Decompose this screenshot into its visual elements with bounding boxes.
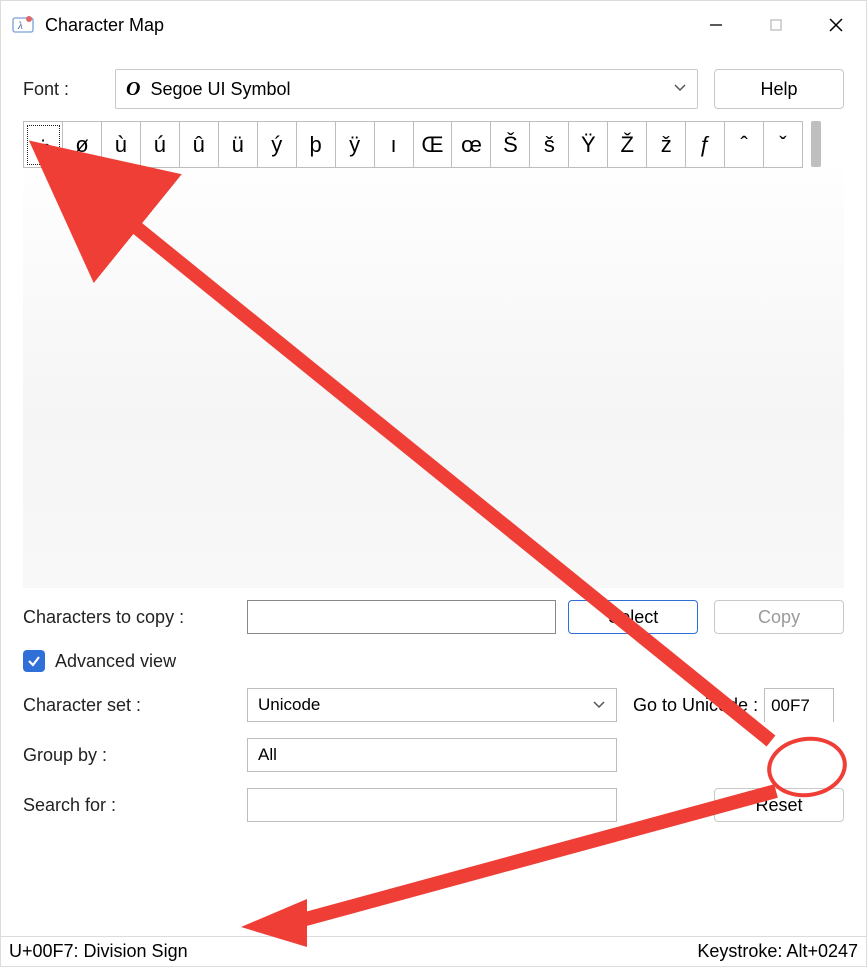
char-cell[interactable]: ÷ xyxy=(24,122,63,168)
chevron-down-icon xyxy=(673,80,687,98)
close-button[interactable] xyxy=(806,1,866,49)
window-title: Character Map xyxy=(45,15,164,36)
help-button-label: Help xyxy=(760,79,797,100)
status-left: U+00F7: Division Sign xyxy=(9,941,188,962)
char-cell[interactable]: Š xyxy=(491,122,530,168)
copy-button-label: Copy xyxy=(758,607,800,628)
char-cell[interactable]: ù xyxy=(102,122,141,168)
group-by-value: All xyxy=(258,745,606,765)
font-type-icon: O xyxy=(126,78,140,101)
char-cell[interactable]: ü xyxy=(219,122,258,168)
reset-button-label: Reset xyxy=(755,795,802,816)
go-to-unicode-label: Go to Unicode : xyxy=(633,695,758,716)
font-label: Font : xyxy=(23,79,115,100)
status-right: Keystroke: Alt+0247 xyxy=(697,941,858,962)
group-by-label: Group by : xyxy=(23,745,247,766)
go-to-unicode-input[interactable] xyxy=(764,688,834,722)
character-set-select[interactable]: Unicode xyxy=(247,688,617,722)
app-icon: λ xyxy=(11,13,35,37)
copy-button[interactable]: Copy xyxy=(714,600,844,634)
character-set-label: Character set : xyxy=(23,695,247,716)
char-cell[interactable]: Ž xyxy=(608,122,647,168)
char-cell[interactable]: ž xyxy=(647,122,686,168)
char-cell[interactable]: œ xyxy=(452,122,491,168)
search-for-label: Search for : xyxy=(23,795,247,816)
char-cell[interactable]: Œ xyxy=(414,122,453,168)
scrollbar-thumb[interactable] xyxy=(811,121,821,167)
char-cell[interactable]: ÿ xyxy=(336,122,375,168)
char-cell[interactable]: ˇ xyxy=(764,122,803,168)
maximize-button[interactable] xyxy=(746,1,806,49)
advanced-view-checkbox[interactable] xyxy=(23,650,45,672)
character-set-value: Unicode xyxy=(258,695,592,715)
char-cell[interactable]: û xyxy=(180,122,219,168)
group-by-select[interactable]: All xyxy=(247,738,617,772)
char-cell[interactable]: ø xyxy=(63,122,102,168)
titlebar: λ Character Map xyxy=(1,1,866,49)
advanced-view-label: Advanced view xyxy=(55,651,176,672)
char-cell[interactable]: þ xyxy=(297,122,336,168)
svg-text:λ: λ xyxy=(17,20,23,32)
char-cell[interactable]: ˆ xyxy=(725,122,764,168)
characters-to-copy-label: Characters to copy : xyxy=(23,607,247,628)
chevron-down-icon xyxy=(592,695,606,715)
help-button[interactable]: Help xyxy=(714,69,844,109)
char-cell[interactable]: ý xyxy=(258,122,297,168)
search-input[interactable] xyxy=(247,788,617,822)
character-grid: ÷øùúûüýþÿıŒœŠšŸŽžƒˆˇ xyxy=(23,121,803,168)
font-name: Segoe UI Symbol xyxy=(150,79,673,100)
minimize-button[interactable] xyxy=(686,1,746,49)
char-cell[interactable]: ú xyxy=(141,122,180,168)
reset-button[interactable]: Reset xyxy=(714,788,844,822)
grid-empty-area xyxy=(23,168,844,588)
select-button-label: Select xyxy=(608,607,658,628)
char-cell[interactable]: ı xyxy=(375,122,414,168)
select-button[interactable]: Select xyxy=(568,600,698,634)
font-select[interactable]: O Segoe UI Symbol xyxy=(115,69,698,109)
char-cell[interactable]: Ÿ xyxy=(569,122,608,168)
char-cell[interactable]: ƒ xyxy=(686,122,725,168)
characters-to-copy-input[interactable] xyxy=(247,600,557,634)
char-cell[interactable]: š xyxy=(530,122,569,168)
status-bar: U+00F7: Division Sign Keystroke: Alt+024… xyxy=(1,936,866,966)
